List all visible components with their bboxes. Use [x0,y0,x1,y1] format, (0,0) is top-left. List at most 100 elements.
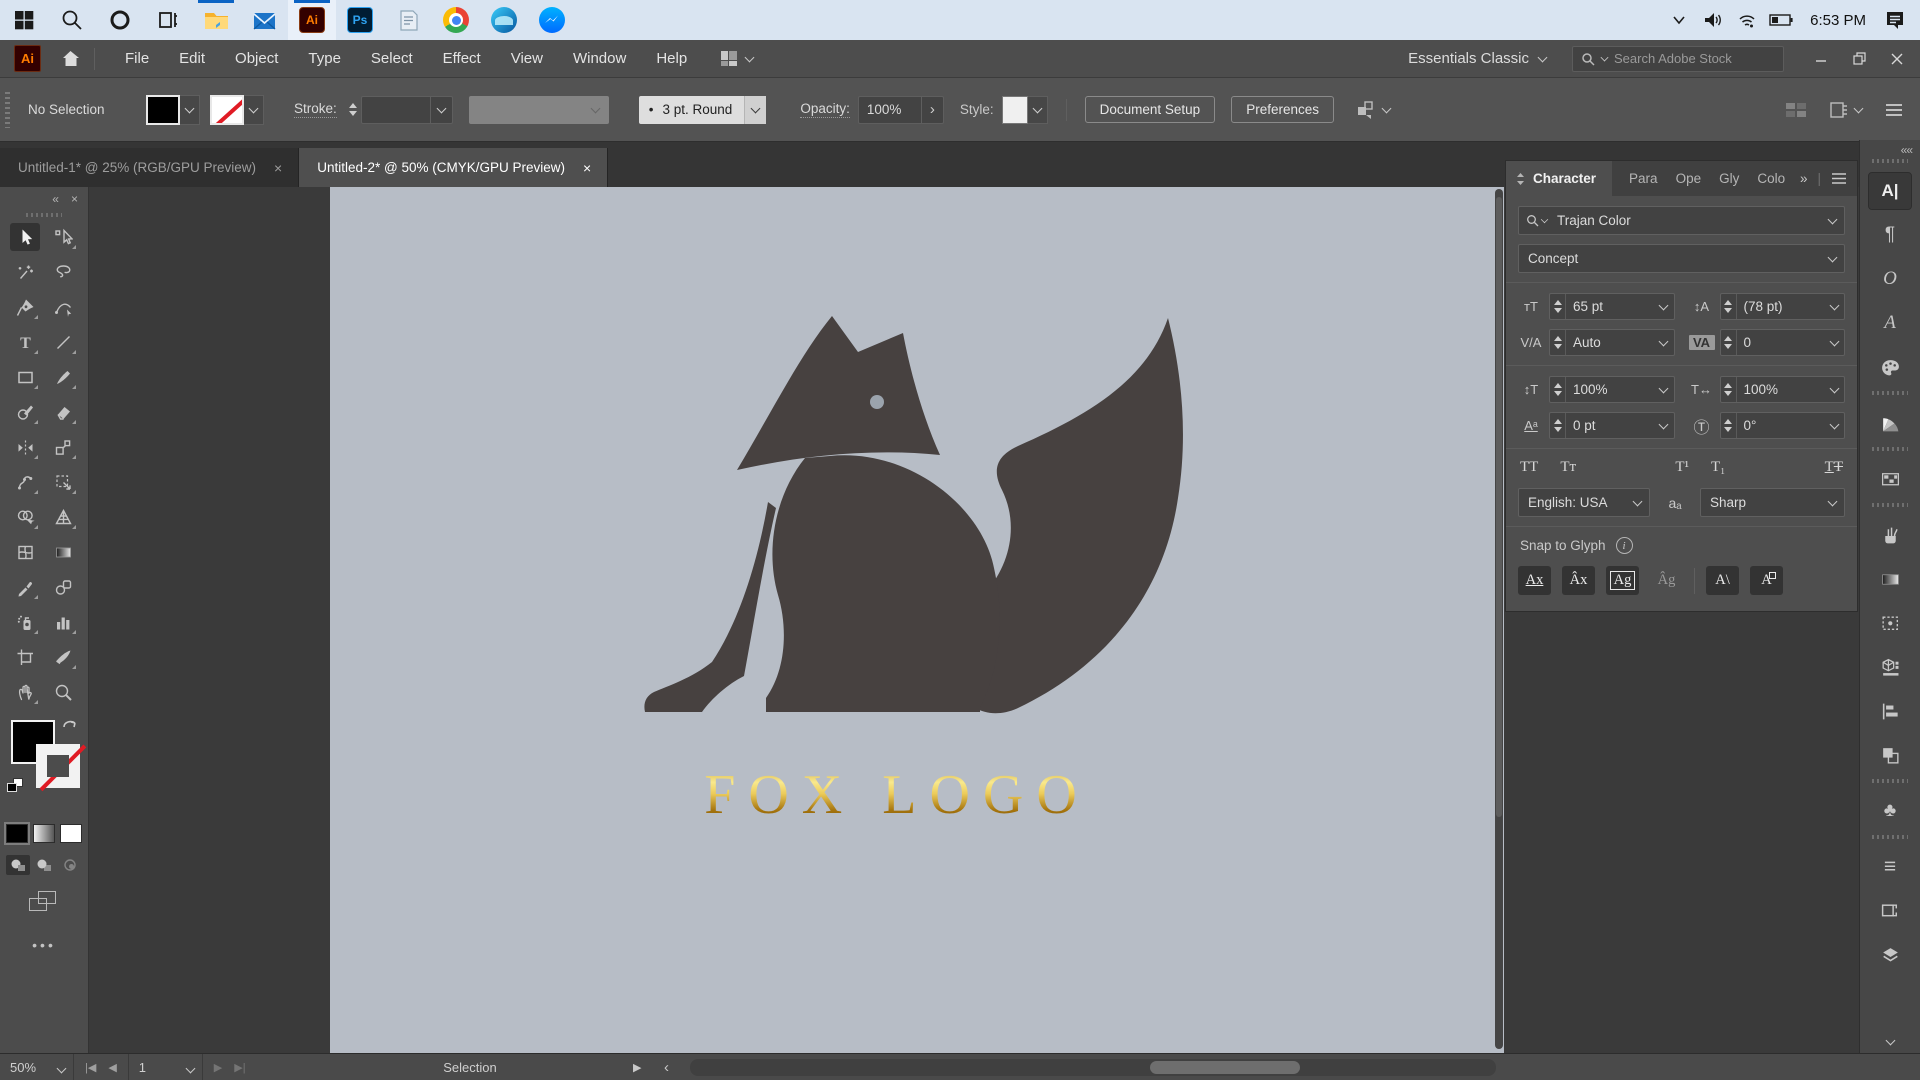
document-tab-2[interactable]: Untitled-2* @ 50% (CMYK/GPU Preview)× [299,148,608,187]
dock-group-grip[interactable] [1872,503,1908,507]
fox-logo-artwork[interactable] [640,310,1210,740]
taskbar-illustrator[interactable]: Ai [288,0,336,40]
taskbar-photoshop[interactable]: Ps [336,0,384,40]
brush-definition-dropdown[interactable]: • 3 pt. Round [639,96,767,124]
vertical-scale-field[interactable]: ↕T 100% [1518,376,1675,403]
paintbrush-tool[interactable] [48,363,78,391]
all-caps-button[interactable]: TT [1520,459,1538,476]
panel-icon-brushes[interactable] [1869,517,1911,553]
close-tab-icon[interactable]: × [583,160,591,176]
font-size-field[interactable]: ᴛT 65 pt [1518,293,1675,320]
puppet-warp-tool[interactable] [10,468,40,496]
menu-file[interactable]: File [125,50,149,67]
screen-mode-button[interactable] [29,891,59,915]
scale-tool[interactable] [48,433,78,461]
opacity-label[interactable]: Opacity: [800,101,850,118]
kerning-field[interactable]: V/A Auto [1518,329,1675,356]
panel-icon-character[interactable]: A| [1869,173,1911,209]
artboard-tool[interactable] [10,643,40,671]
eyedropper-tool[interactable] [10,573,40,601]
stroke-weight-stepper[interactable] [345,103,361,116]
artboard-number-dropdown[interactable]: 1 [128,1054,203,1080]
stroke-dropdown[interactable] [244,95,264,125]
none-button[interactable] [60,824,82,843]
wifi-icon[interactable] [1732,5,1762,35]
collapse-panel-icon[interactable]: « [52,192,59,206]
underline-button[interactable]: T [1825,459,1834,476]
status-collapse-icon[interactable]: ‹ [664,1059,669,1076]
shaper-tool[interactable] [10,398,40,426]
zoom-level-dropdown[interactable]: 50% [0,1054,74,1080]
close-button[interactable] [1878,40,1916,78]
character-rotation-field[interactable]: Ⓣ 0° [1689,412,1846,439]
adobe-stock-search[interactable] [1572,46,1784,72]
shape-builder-tool[interactable] [10,503,40,531]
taskbar-search-button[interactable] [48,0,96,40]
lasso-tool[interactable] [48,258,78,286]
gradient-button[interactable] [33,824,55,843]
tab-character[interactable]: Character [1506,161,1612,196]
taskbar-chrome[interactable] [432,0,480,40]
eraser-tool[interactable] [48,398,78,426]
panel-icon-swatches[interactable] [1869,461,1911,497]
zoom-tool[interactable] [48,678,78,706]
fill-color-control[interactable] [146,95,200,125]
snap-glyph-bounds-button[interactable]: Ag [1606,566,1639,595]
arrange-documents-button[interactable] [721,51,753,66]
snap-angular-guides-button[interactable]: A\ [1706,566,1739,595]
panel-icon-paragraph[interactable]: ¶ [1869,217,1911,253]
taskbar-mail[interactable] [240,0,288,40]
close-tab-icon[interactable]: × [274,160,282,176]
menu-object[interactable]: Object [235,50,278,67]
panel-icon-layers[interactable] [1869,937,1911,973]
menu-window[interactable]: Window [573,50,626,67]
chevron-down-icon[interactable] [1820,245,1844,272]
panel-layout-button[interactable] [1829,101,1862,119]
direct-selection-tool[interactable] [48,223,78,251]
mesh-tool[interactable] [10,538,40,566]
artboard-canvas[interactable]: FOX LOGO [330,187,1504,1053]
panel-menu-icon[interactable] [1884,102,1904,118]
style-label[interactable]: Style: [960,102,994,117]
dock-group-grip[interactable] [1872,835,1908,839]
draw-normal-button[interactable] [6,855,30,875]
horizontal-scale-field[interactable]: T↔ 100% [1689,376,1846,403]
tab-color[interactable]: Colo [1756,171,1786,186]
previous-artboard-icon[interactable]: ◀ [103,1061,121,1074]
status-text[interactable]: Selection [395,1060,545,1075]
color-button[interactable] [6,824,28,843]
panel-icon-artboards[interactable] [1869,893,1911,929]
expand-panels-icon[interactable]: «« [1901,140,1920,157]
taskbar-edge[interactable] [480,0,528,40]
style-swatch[interactable] [1002,96,1028,124]
first-artboard-icon[interactable]: |◀ [80,1061,101,1074]
panel-icon-stroke[interactable]: ≡ [1869,849,1911,885]
type-tool[interactable]: T [10,328,40,356]
symbol-sprayer-tool[interactable] [10,608,40,636]
fill-swatch[interactable] [146,95,180,125]
panel-icon-color[interactable] [1869,349,1911,385]
search-input[interactable] [1614,51,1764,66]
start-button[interactable] [0,0,48,40]
menu-type[interactable]: Type [308,50,341,67]
font-family-combo[interactable]: Trajan Color [1518,206,1845,235]
taskbar-file-explorer[interactable] [192,0,240,40]
leading-field[interactable]: ↕A (78 pt) [1689,293,1846,320]
opacity-field[interactable]: 100% › [858,96,944,124]
style-dropdown[interactable] [1028,96,1048,124]
stroke-weight-field[interactable] [361,96,453,124]
strikethrough-button[interactable]: T [1834,459,1843,476]
app-logo-icon[interactable]: Ai [14,45,41,72]
chevron-down-icon[interactable] [1820,207,1844,234]
stroke-weight-label[interactable]: Stroke: [294,101,337,118]
panel-grip[interactable] [26,213,62,217]
subscript-button[interactable]: T₁ [1711,459,1725,476]
baseline-shift-field[interactable]: Aᵃ 0 pt [1518,412,1675,439]
taskbar-messenger[interactable] [528,0,576,40]
stroke-swatch[interactable] [210,95,244,125]
menu-edit[interactable]: Edit [179,50,205,67]
panel-icon-pathfinder[interactable] [1869,737,1911,773]
chevron-down-icon[interactable] [430,97,452,123]
edit-toolbar-button[interactable]: ••• [0,937,88,953]
default-fill-stroke-icon[interactable] [7,778,23,792]
